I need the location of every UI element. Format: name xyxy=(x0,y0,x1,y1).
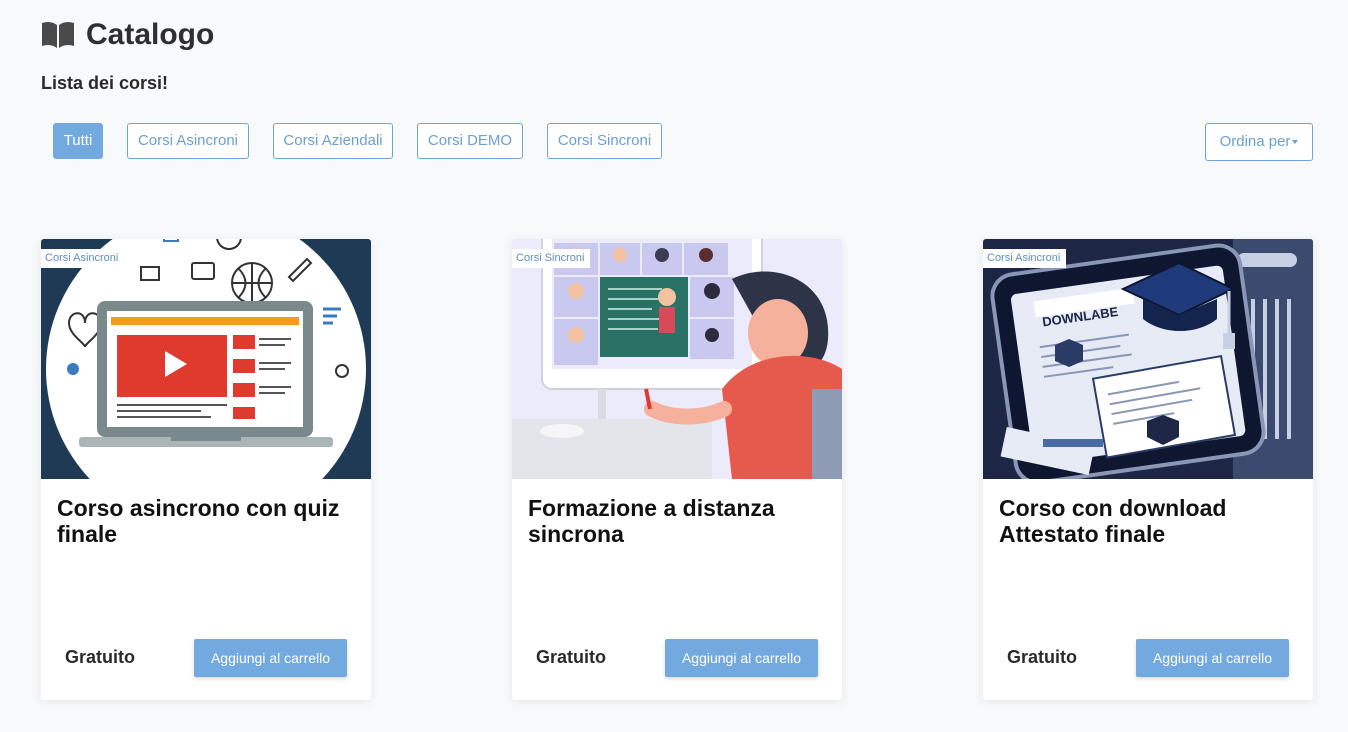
caret-down-icon xyxy=(1292,140,1299,145)
course-price: Gratuito xyxy=(65,647,135,667)
category-badge: Corsi Asincroni xyxy=(983,249,1067,268)
course-image[interactable]: Corsi Sincroni xyxy=(512,239,842,479)
tablet-certificate-illustration: DOWNLABE xyxy=(983,239,1313,479)
page-header: Catalogo xyxy=(40,18,214,52)
filter-corsi-asincroni-button[interactable]: Corsi Asincroni xyxy=(127,123,249,159)
course-card[interactable]: Corsi Asincroni Corso asincrono con quiz… xyxy=(41,239,371,700)
course-title[interactable]: Corso asincrono con quiz finale xyxy=(57,495,357,547)
sort-label: Ordina per xyxy=(1219,133,1291,150)
filter-corsi-sincroni-button[interactable]: Corsi Sincroni xyxy=(547,123,662,159)
course-price: Gratuito xyxy=(1007,647,1077,667)
add-to-cart-button[interactable]: Aggiungi al carrello xyxy=(194,639,347,677)
course-title[interactable]: Formazione a distanza sincrona xyxy=(528,495,828,547)
category-badge: Corsi Sincroni xyxy=(512,249,591,268)
page-title: Catalogo xyxy=(86,18,215,51)
course-title[interactable]: Corso con download Attestato finale xyxy=(999,495,1299,547)
course-image[interactable]: DOWNLABE Corsi Asincroni xyxy=(983,239,1313,479)
laptop-video-illustration xyxy=(41,239,371,479)
book-icon xyxy=(42,21,74,48)
add-to-cart-button[interactable]: Aggiungi al carrello xyxy=(665,639,818,677)
course-price: Gratuito xyxy=(536,647,606,667)
filter-tutti-button[interactable]: Tutti xyxy=(53,123,103,159)
filter-corsi-demo-button[interactable]: Corsi DEMO xyxy=(417,123,523,159)
course-card[interactable]: DOWNLABE Corsi Asincroni Corso con downl… xyxy=(983,239,1313,700)
video-call-illustration xyxy=(512,239,842,479)
page-subtitle: Lista dei corsi! xyxy=(41,73,169,93)
course-image[interactable]: Corsi Asincroni xyxy=(41,239,371,479)
add-to-cart-button[interactable]: Aggiungi al carrello xyxy=(1136,639,1289,677)
filter-corsi-aziendali-button[interactable]: Corsi Aziendali xyxy=(273,123,393,159)
sort-dropdown-button[interactable]: Ordina per xyxy=(1205,123,1313,161)
course-card[interactable]: Corsi Sincroni Formazione a distanza sin… xyxy=(512,239,842,700)
category-badge: Corsi Asincroni xyxy=(41,249,125,268)
